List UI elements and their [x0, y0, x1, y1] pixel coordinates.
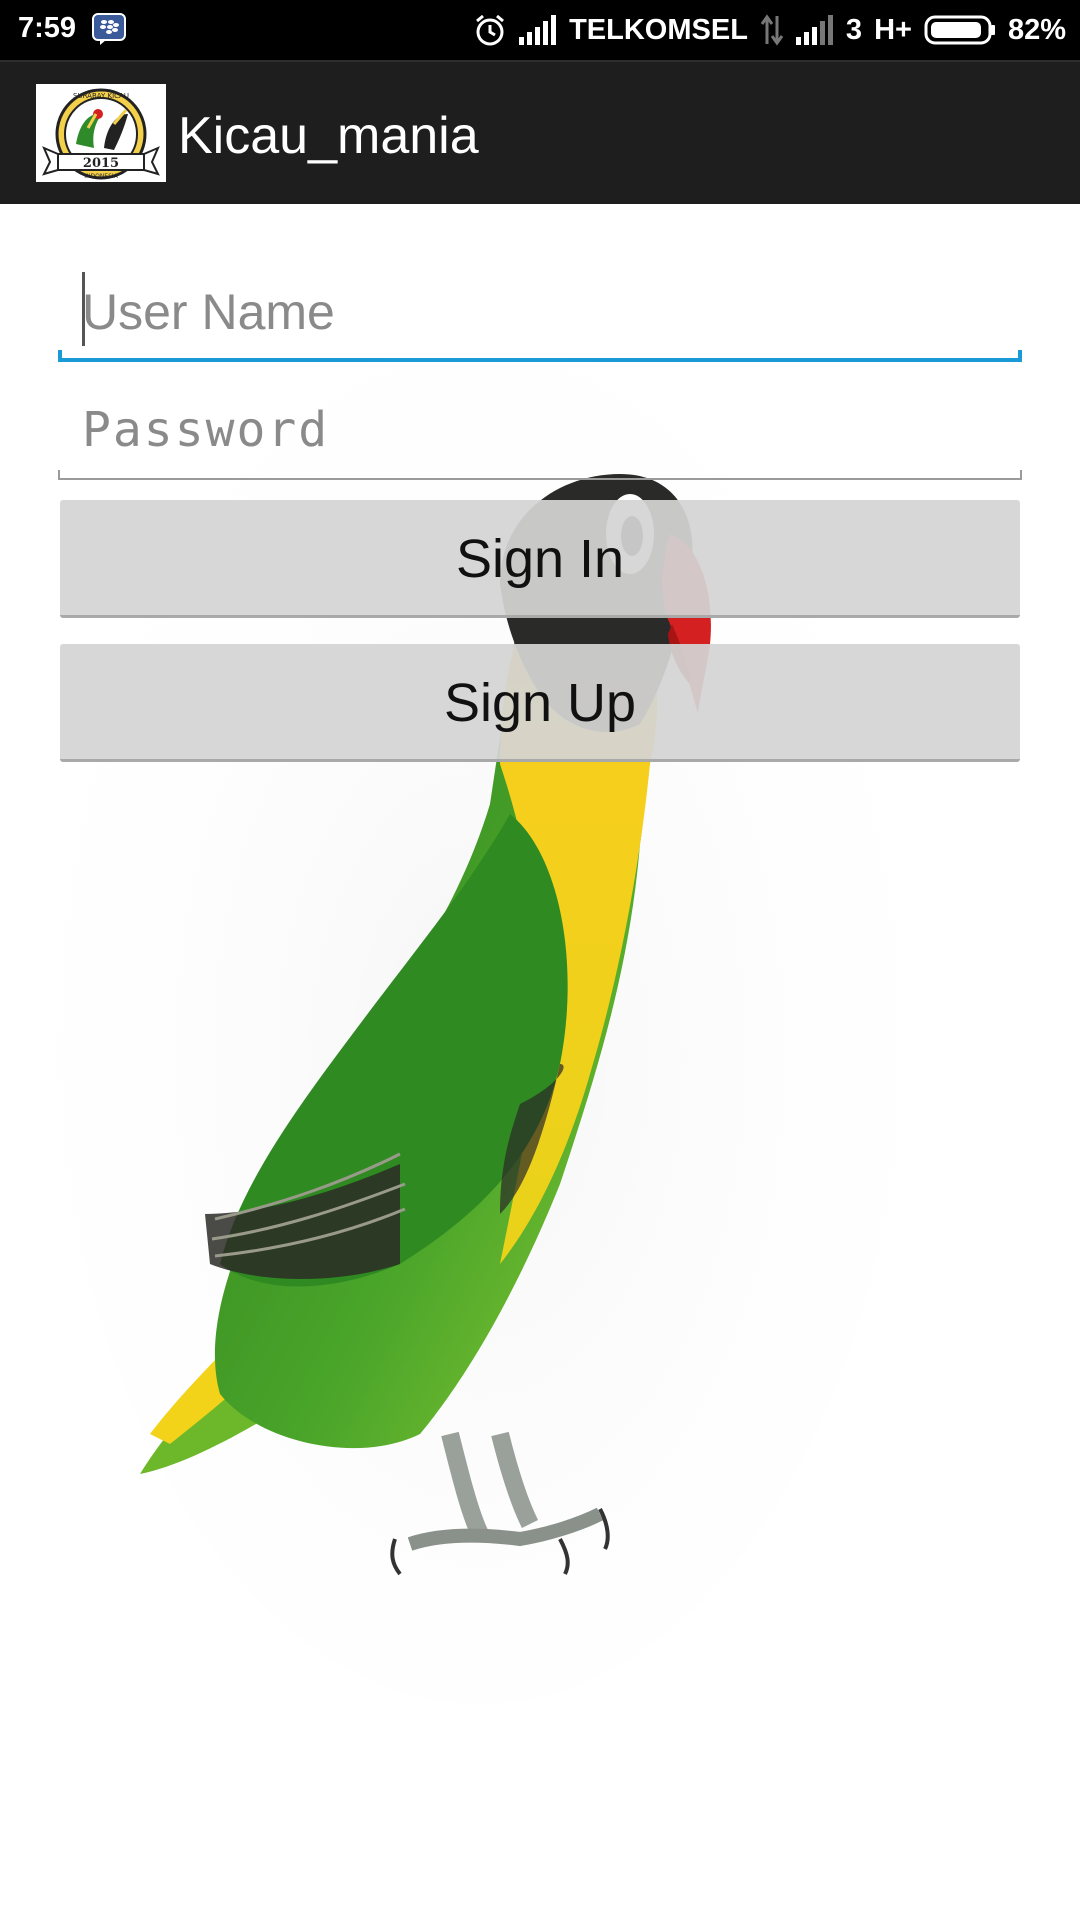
network-speed: H+ [874, 13, 912, 46]
sign-in-button[interactable]: Sign In [60, 500, 1020, 618]
network-type: 3 [845, 13, 863, 46]
username-underline [58, 350, 1022, 362]
sign-up-button[interactable]: Sign Up [60, 644, 1020, 762]
text-cursor [82, 272, 85, 346]
logo-year: 2015 [83, 156, 119, 171]
status-right-group: TELKOMSEL 3 H+ 82% [473, 12, 1066, 48]
app-title: Kicau_mania [178, 107, 479, 165]
battery-icon [924, 15, 995, 45]
status-time: 7:59 [18, 12, 77, 44]
signal-icon-2 [795, 15, 833, 45]
alarm-icon [476, 14, 505, 46]
data-activity-icon [760, 14, 784, 46]
logo-top-text: SURABAY KICAU [73, 92, 129, 100]
login-screen: 7:59 TELKOMSEL 3 H+ 82% 2015 SURABAY KIC… [0, 0, 1080, 1920]
bbm-notification-icon [92, 13, 126, 45]
username-field [58, 262, 1022, 362]
action-bar: 2015 SURABAY KICAU INDONESIA Kicau_mania [0, 60, 1080, 204]
battery-percent: 82% [1007, 13, 1066, 46]
carrier-name: TELKOMSEL [569, 13, 748, 46]
password-input[interactable] [58, 380, 1022, 480]
password-field [58, 380, 1022, 480]
username-input[interactable] [58, 262, 1022, 362]
signal-icon [519, 15, 557, 45]
status-bar: 7:59 TELKOMSEL 3 H+ 82% [0, 0, 1080, 60]
logo-bottom-text: INDONESIA [84, 173, 118, 180]
password-underline [58, 470, 1022, 480]
app-logo-icon[interactable]: 2015 SURABAY KICAU INDONESIA [36, 84, 166, 182]
